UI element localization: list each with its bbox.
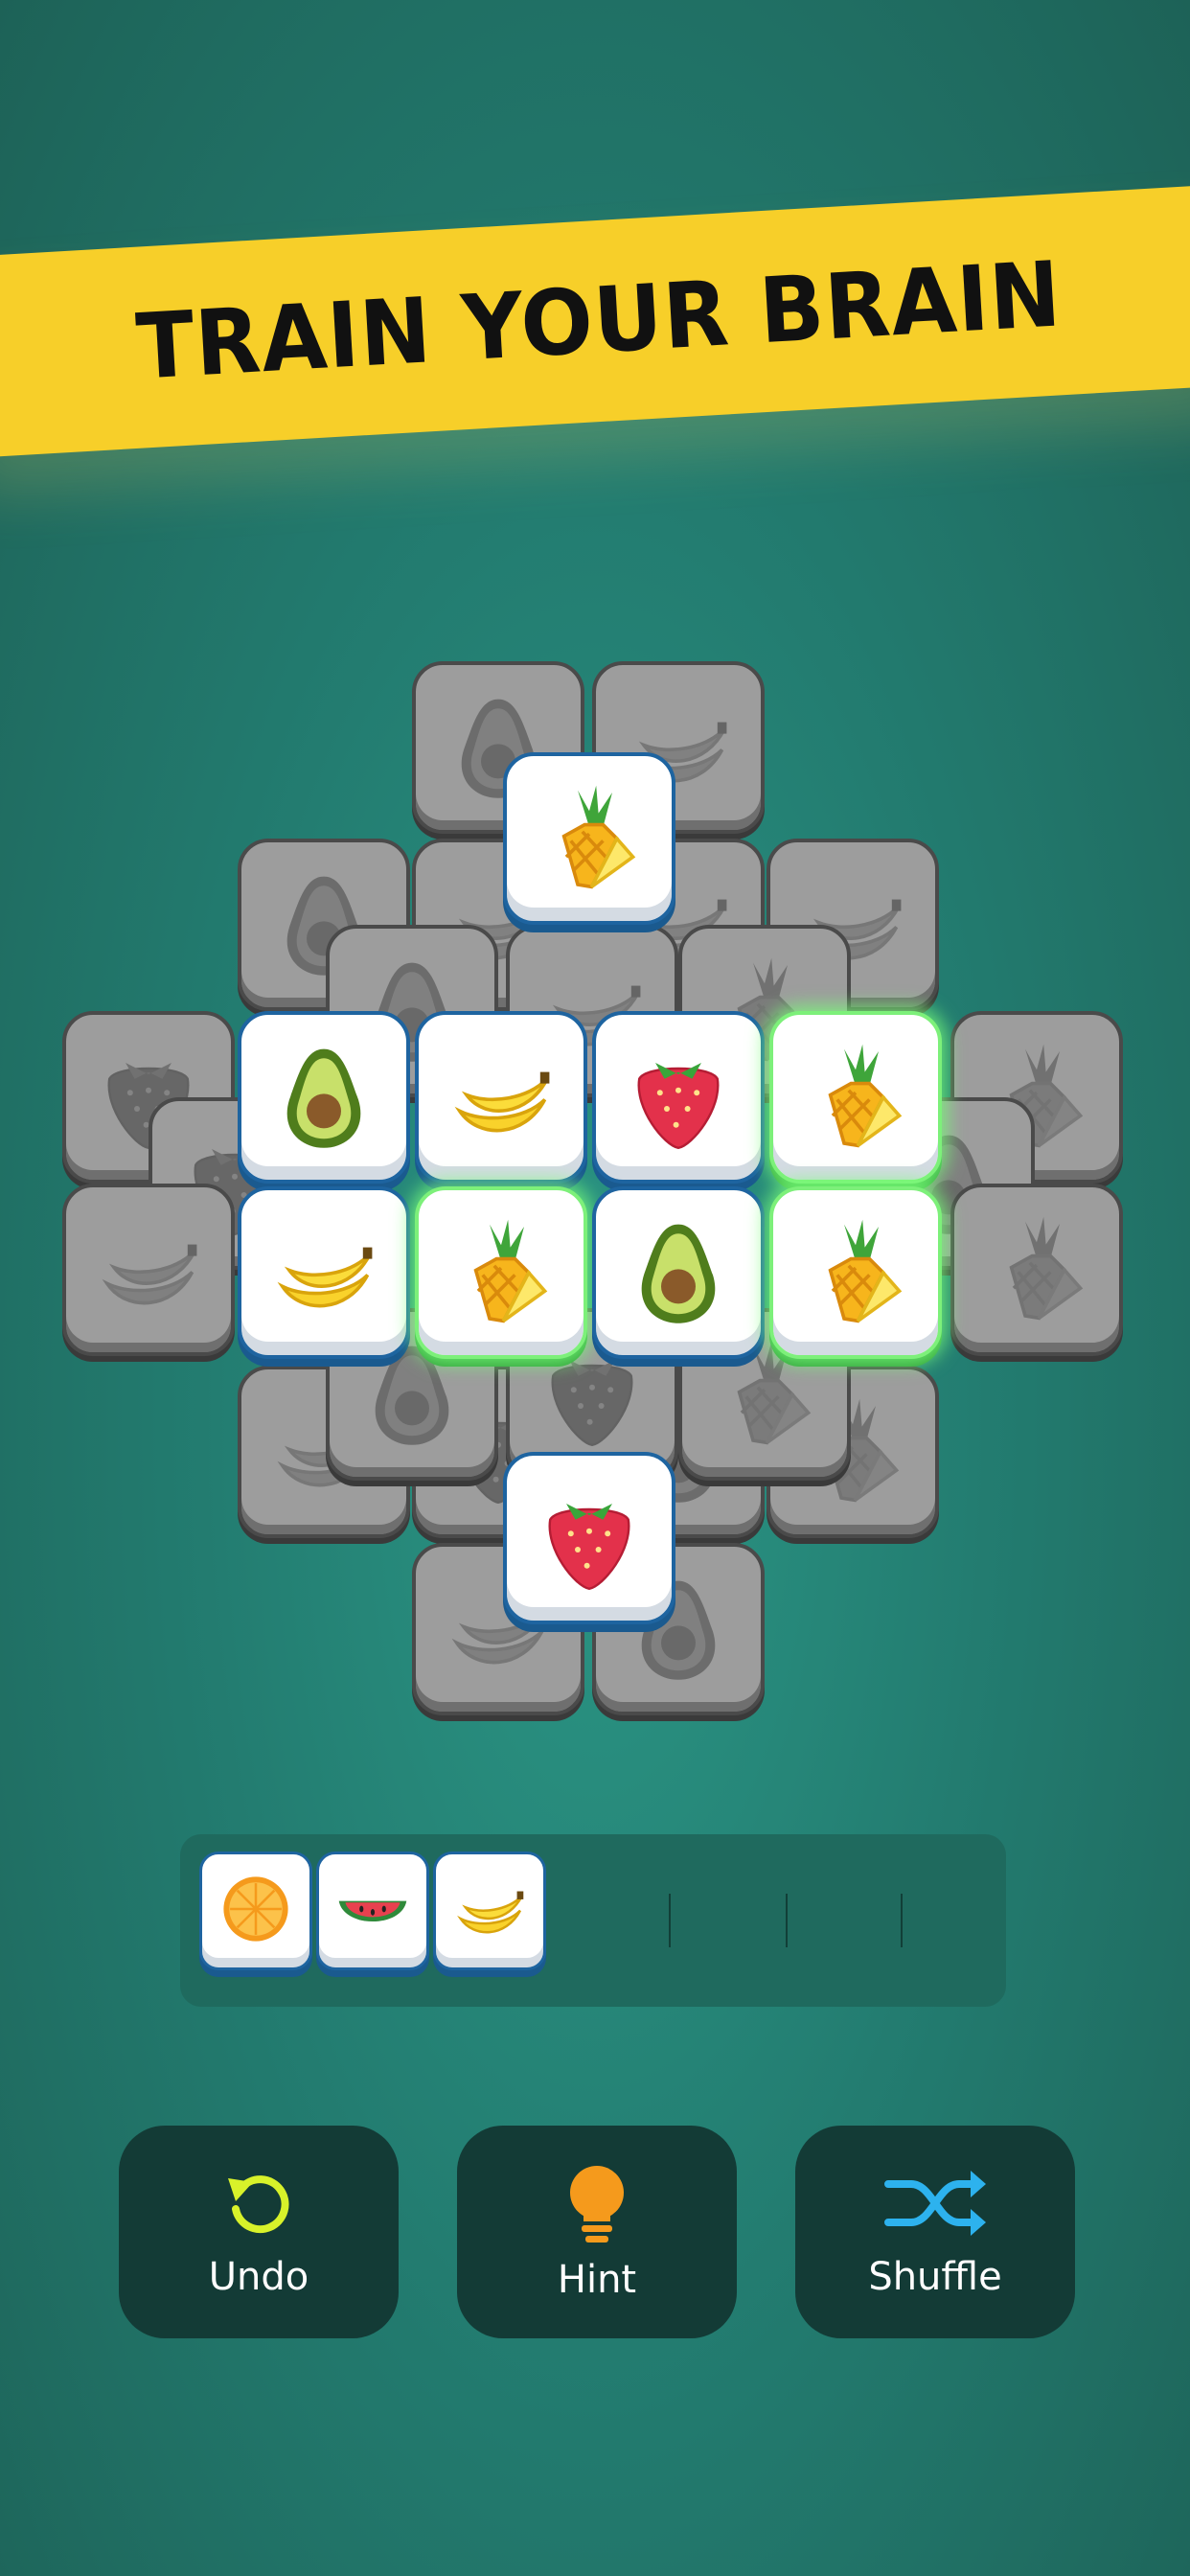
- tile-pineapple[interactable]: [769, 1186, 942, 1359]
- undo-label: Undo: [208, 2255, 309, 2299]
- avocado-icon: [266, 1040, 381, 1155]
- game-screen: TRAIN YOUR BRAIN Undo Hint Shuffle: [0, 0, 1190, 2576]
- blocked-tile-banana: [62, 1184, 235, 1356]
- tray-tile-banana: [433, 1852, 546, 1970]
- banana-icon: [91, 1212, 206, 1327]
- tray-slot-divider: [669, 1894, 671, 1947]
- tile-pineapple[interactable]: [415, 1186, 587, 1359]
- tile-tray: [180, 1834, 1006, 2007]
- shuffle-label: Shuffle: [868, 2255, 1002, 2299]
- pineapple-icon: [798, 1215, 913, 1330]
- hint-button[interactable]: Hint: [457, 2126, 737, 2338]
- tile-avocado[interactable]: [592, 1186, 765, 1359]
- watermelon-icon: [332, 1869, 413, 1953]
- banana-icon: [444, 1040, 559, 1155]
- pineapple-icon: [532, 781, 647, 896]
- tile-banana[interactable]: [238, 1186, 410, 1359]
- pineapple-icon: [444, 1215, 559, 1330]
- tray-slot-divider: [901, 1894, 903, 1947]
- tile-pineapple[interactable]: [503, 752, 675, 925]
- undo-button[interactable]: Undo: [119, 2126, 399, 2338]
- strawberry-icon: [621, 1040, 736, 1155]
- promo-banner: TRAIN YOUR BRAIN: [0, 183, 1190, 459]
- strawberry-icon: [532, 1481, 647, 1596]
- banner-title: TRAIN YOUR BRAIN: [133, 242, 1064, 401]
- pineapple-icon: [979, 1212, 1094, 1327]
- shuffle-icon: [882, 2165, 988, 2245]
- tile-strawberry[interactable]: [503, 1452, 675, 1624]
- tile-banana[interactable]: [415, 1011, 587, 1184]
- tile-pineapple[interactable]: [769, 1011, 942, 1184]
- blocked-tile-pineapple: [950, 1184, 1123, 1356]
- lightbulb-icon: [559, 2162, 635, 2248]
- avocado-icon: [621, 1215, 736, 1330]
- pineapple-icon: [798, 1040, 913, 1155]
- hint-label: Hint: [557, 2258, 637, 2302]
- tile-avocado[interactable]: [238, 1011, 410, 1184]
- banana-icon: [449, 1869, 530, 1953]
- tile-strawberry[interactable]: [592, 1011, 765, 1184]
- tray-tile-orange: [199, 1852, 312, 1970]
- tray-slot-divider: [786, 1894, 788, 1947]
- undo-icon: [220, 2165, 297, 2245]
- orange-icon: [216, 1869, 296, 1953]
- tray-tile-watermelon: [316, 1852, 429, 1970]
- banana-icon: [266, 1215, 381, 1330]
- shuffle-button[interactable]: Shuffle: [795, 2126, 1075, 2338]
